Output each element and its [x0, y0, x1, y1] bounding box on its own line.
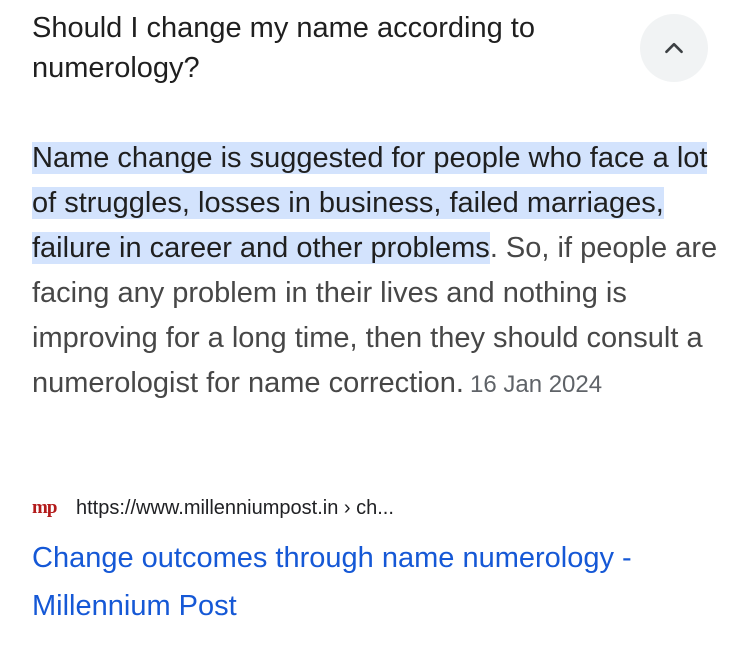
answer-date: 16 Jan 2024: [469, 371, 603, 398]
answer-snippet: Name change is suggested for people who …: [32, 136, 722, 407]
source-row[interactable]: mp https://www.millenniumpost.in › ch...: [32, 494, 394, 522]
result-title-link[interactable]: Change outcomes through name numerology …: [32, 534, 722, 630]
question-heading[interactable]: Should I change my name according to num…: [32, 8, 612, 88]
site-favicon: mp: [32, 497, 57, 518]
source-url[interactable]: https://www.millenniumpost.in › ch...: [76, 497, 394, 520]
chevron-up-icon: [665, 42, 683, 54]
collapse-button[interactable]: [640, 14, 708, 82]
